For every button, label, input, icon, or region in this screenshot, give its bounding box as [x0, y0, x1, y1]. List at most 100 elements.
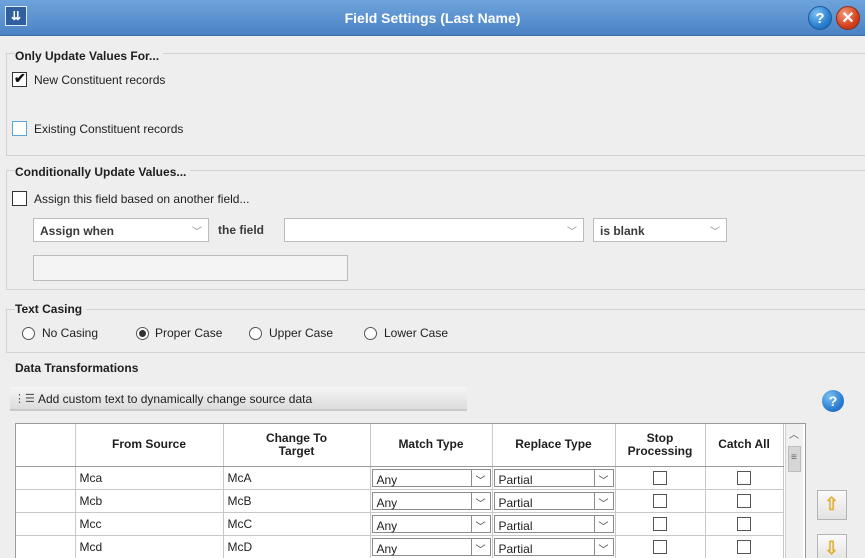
- match-type-cell[interactable]: Any ﹀: [370, 512, 493, 536]
- stop-processing-cell[interactable]: [615, 489, 706, 513]
- add-custom-text-label: Add custom text to dynamically change so…: [38, 392, 313, 406]
- move-up-button[interactable]: ⇧: [817, 490, 847, 520]
- match-type-dropdown[interactable]: Any ﹀: [371, 491, 491, 510]
- radio-selected-dot: [139, 330, 146, 337]
- catch-all-checkbox[interactable]: [737, 516, 751, 531]
- dropdown-separator: [593, 538, 595, 555]
- change-to-target-cell[interactable]: McD: [223, 535, 371, 558]
- replace-type-dropdown[interactable]: Partial ﹀: [493, 514, 614, 533]
- col-header-replace-type[interactable]: Replace Type: [492, 424, 616, 467]
- match-type-cell[interactable]: Any ﹀: [370, 489, 493, 513]
- stop-processing-cell[interactable]: [615, 512, 706, 536]
- arrow-up-icon: ⇧: [824, 494, 840, 514]
- grid-vertical-scrollbar[interactable]: ︿ ≡: [785, 424, 803, 558]
- dropdown-separator: [593, 515, 595, 532]
- from-source-cell[interactable]: Mcc: [75, 512, 224, 536]
- dropdown-separator: [593, 492, 595, 509]
- chevron-down-icon: ﹀: [567, 227, 577, 238]
- catch-all-checkbox[interactable]: [737, 493, 751, 508]
- replace-type-cell[interactable]: Partial ﹀: [492, 512, 616, 536]
- catch-all-cell[interactable]: [705, 535, 784, 558]
- table-row: Mcd McD Any ﹀ Partial ﹀: [16, 535, 784, 558]
- col-header-match-type[interactable]: Match Type: [370, 424, 493, 467]
- catch-all-cell[interactable]: [705, 489, 784, 513]
- move-down-button[interactable]: ⇩: [817, 534, 847, 558]
- from-source-cell[interactable]: Mca: [75, 466, 224, 490]
- transformations-grid: From Source Change To Target Match Type …: [15, 423, 806, 558]
- catch-all-checkbox[interactable]: [737, 470, 751, 485]
- the-field-label: the field: [218, 223, 265, 237]
- col-header-change-to-target[interactable]: Change To Target: [223, 424, 371, 467]
- radio-no-casing[interactable]: [22, 327, 35, 340]
- match-type-dropdown[interactable]: Any ﹀: [371, 514, 491, 533]
- change-to-target-cell[interactable]: McB: [223, 489, 371, 513]
- stop-processing-checkbox[interactable]: [653, 539, 667, 554]
- chevron-down-icon: ﹀: [710, 227, 720, 238]
- col-header-stop-processing[interactable]: Stop Processing: [615, 424, 706, 467]
- radio-lower-case[interactable]: [364, 327, 377, 340]
- chevron-down-icon: ﹀: [475, 498, 486, 510]
- replace-type-value: Partial: [498, 518, 533, 533]
- stop-processing-checkbox[interactable]: [653, 493, 667, 508]
- add-custom-text-button[interactable]: ⋮☰ Add custom text to dynamically change…: [10, 387, 467, 411]
- catch-all-cell[interactable]: [705, 512, 784, 536]
- radio-proper-case-label: Proper Case: [155, 326, 223, 340]
- replace-type-value: Partial: [498, 472, 533, 487]
- new-constituent-checkbox[interactable]: ✔: [12, 70, 27, 87]
- match-type-cell[interactable]: Any ﹀: [370, 535, 493, 558]
- checkmark-icon: ✔: [14, 70, 26, 86]
- condition-value-input[interactable]: [33, 255, 348, 281]
- help-button[interactable]: ?: [808, 6, 832, 30]
- row-header[interactable]: [16, 466, 76, 490]
- condition-value: is blank: [600, 224, 645, 238]
- change-to-target-cell[interactable]: McC: [223, 512, 371, 536]
- stop-processing-cell[interactable]: [615, 466, 706, 490]
- replace-type-dropdown[interactable]: Partial ﹀: [493, 491, 614, 510]
- catch-all-cell[interactable]: [705, 466, 784, 490]
- stop-processing-checkbox[interactable]: [653, 470, 667, 485]
- match-type-value: Any: [376, 541, 398, 556]
- match-type-cell[interactable]: Any ﹀: [370, 466, 493, 490]
- existing-constituent-checkbox[interactable]: [12, 121, 27, 136]
- col-header-catch-all[interactable]: Catch All: [705, 424, 784, 467]
- data-transformations-title: Data Transformations: [15, 361, 139, 375]
- replace-type-dropdown[interactable]: Partial ﹀: [493, 468, 614, 487]
- assign-when-dropdown[interactable]: Assign when ﹀: [33, 218, 209, 242]
- row-header[interactable]: [16, 512, 76, 536]
- scroll-up-icon[interactable]: ︿: [789, 426, 799, 441]
- col-header-from-source[interactable]: From Source: [75, 424, 224, 467]
- stop-processing-cell[interactable]: [615, 535, 706, 558]
- catch-all-checkbox[interactable]: [737, 539, 751, 554]
- assign-field-checkbox[interactable]: [12, 191, 27, 206]
- arrow-down-icon: ⇩: [824, 538, 840, 558]
- replace-type-cell[interactable]: Partial ﹀: [492, 535, 616, 558]
- radio-lower-case-label: Lower Case: [384, 326, 449, 340]
- replace-type-dropdown[interactable]: Partial ﹀: [493, 537, 614, 556]
- match-type-value: Any: [376, 495, 398, 510]
- row-header[interactable]: [16, 489, 76, 513]
- from-source-cell[interactable]: Mcb: [75, 489, 224, 513]
- transformations-help-button[interactable]: ?: [822, 390, 844, 412]
- dropdown-separator: [470, 469, 472, 486]
- dropdown-separator: [470, 515, 472, 532]
- source-field-dropdown[interactable]: ﹀: [284, 218, 584, 242]
- list-icon: ⋮☰: [14, 393, 35, 405]
- from-source-cell[interactable]: Mcd: [75, 535, 224, 558]
- replace-type-cell[interactable]: Partial ﹀: [492, 489, 616, 513]
- match-type-dropdown[interactable]: Any ﹀: [371, 537, 491, 556]
- only-update-title: Only Update Values For...: [15, 49, 164, 63]
- change-to-target-cell[interactable]: McA: [223, 466, 371, 490]
- table-row: Mcb McB Any ﹀ Partial ﹀: [16, 489, 784, 513]
- radio-proper-case[interactable]: [136, 327, 149, 340]
- scrollbar-thumb[interactable]: ≡: [788, 446, 801, 472]
- replace-type-cell[interactable]: Partial ﹀: [492, 466, 616, 490]
- condition-dropdown[interactable]: is blank ﹀: [593, 218, 727, 242]
- stop-processing-checkbox[interactable]: [653, 516, 667, 531]
- grip-icon: ≡: [791, 452, 797, 463]
- radio-upper-case[interactable]: [249, 327, 262, 340]
- match-type-dropdown[interactable]: Any ﹀: [371, 468, 491, 487]
- row-header-corner: [16, 424, 76, 467]
- row-header[interactable]: [16, 535, 76, 558]
- close-button[interactable]: ✕: [836, 6, 860, 30]
- window-title: Field Settings (Last Name): [344, 10, 521, 26]
